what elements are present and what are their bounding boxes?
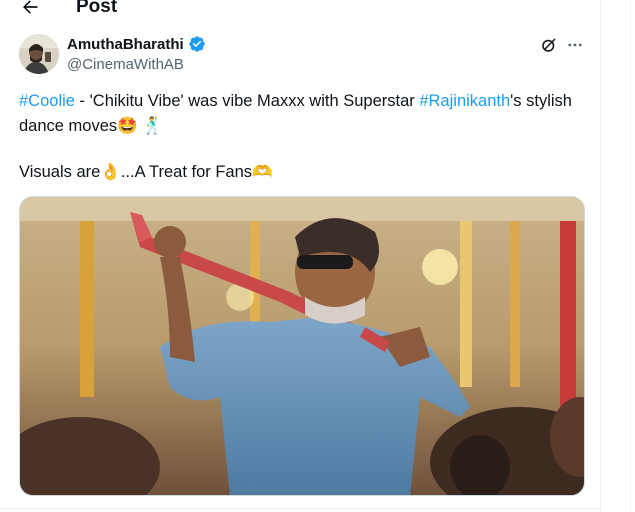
ok-hand-emoji: 👌: [100, 163, 121, 181]
more-button[interactable]: [564, 34, 586, 56]
tweet-text-part1: - 'Chikitu Vibe' was vibe Maxxx with Sup…: [74, 92, 420, 110]
post-column: Post AmuthaBharathi @CinemaWithAB #Cooli…: [0, 0, 601, 512]
author-name[interactable]: AmuthaBharathi: [67, 35, 206, 53]
author-name-text: AmuthaBharathi: [67, 35, 184, 53]
hashtag-rajinikanth-link[interactable]: #Rajinikanth: [419, 92, 510, 110]
grok-button[interactable]: [538, 34, 560, 56]
tweet-text-line2: Visuals are👌...A Treat for Fans🫶: [19, 160, 589, 185]
back-button[interactable]: [14, 0, 46, 20]
right-sidebar-edge: [630, 0, 635, 512]
star-struck-emoji: 🤩: [117, 117, 138, 135]
grok-icon: [542, 38, 556, 52]
tweet-text: #Coolie - 'Chikitu Vibe' was vibe Maxxx …: [19, 89, 589, 139]
movie-still-illustration: [20, 197, 584, 495]
dancing-man-emoji: 🕺: [142, 117, 163, 135]
tweet-line2-part1: Visuals are: [19, 163, 101, 181]
tweet-media-image[interactable]: [19, 196, 585, 496]
author-handle[interactable]: @CinemaWithAB: [67, 56, 184, 73]
arrow-left-icon: [23, 0, 38, 14]
post-page: Post AmuthaBharathi @CinemaWithAB #Cooli…: [0, 0, 635, 512]
more-icon: [568, 43, 582, 47]
avatar[interactable]: [19, 34, 59, 74]
tweet-line2-part2: ...A Treat for Fans: [120, 163, 253, 181]
divider: [0, 508, 600, 509]
page-title: Post: [76, 0, 118, 17]
heart-hands-emoji: 🫶: [252, 163, 273, 181]
hashtag-coolie-link[interactable]: #Coolie: [19, 92, 75, 110]
avatar-image: [19, 34, 59, 74]
post-header: Post: [0, 0, 600, 22]
verified-badge-icon: [189, 36, 205, 52]
